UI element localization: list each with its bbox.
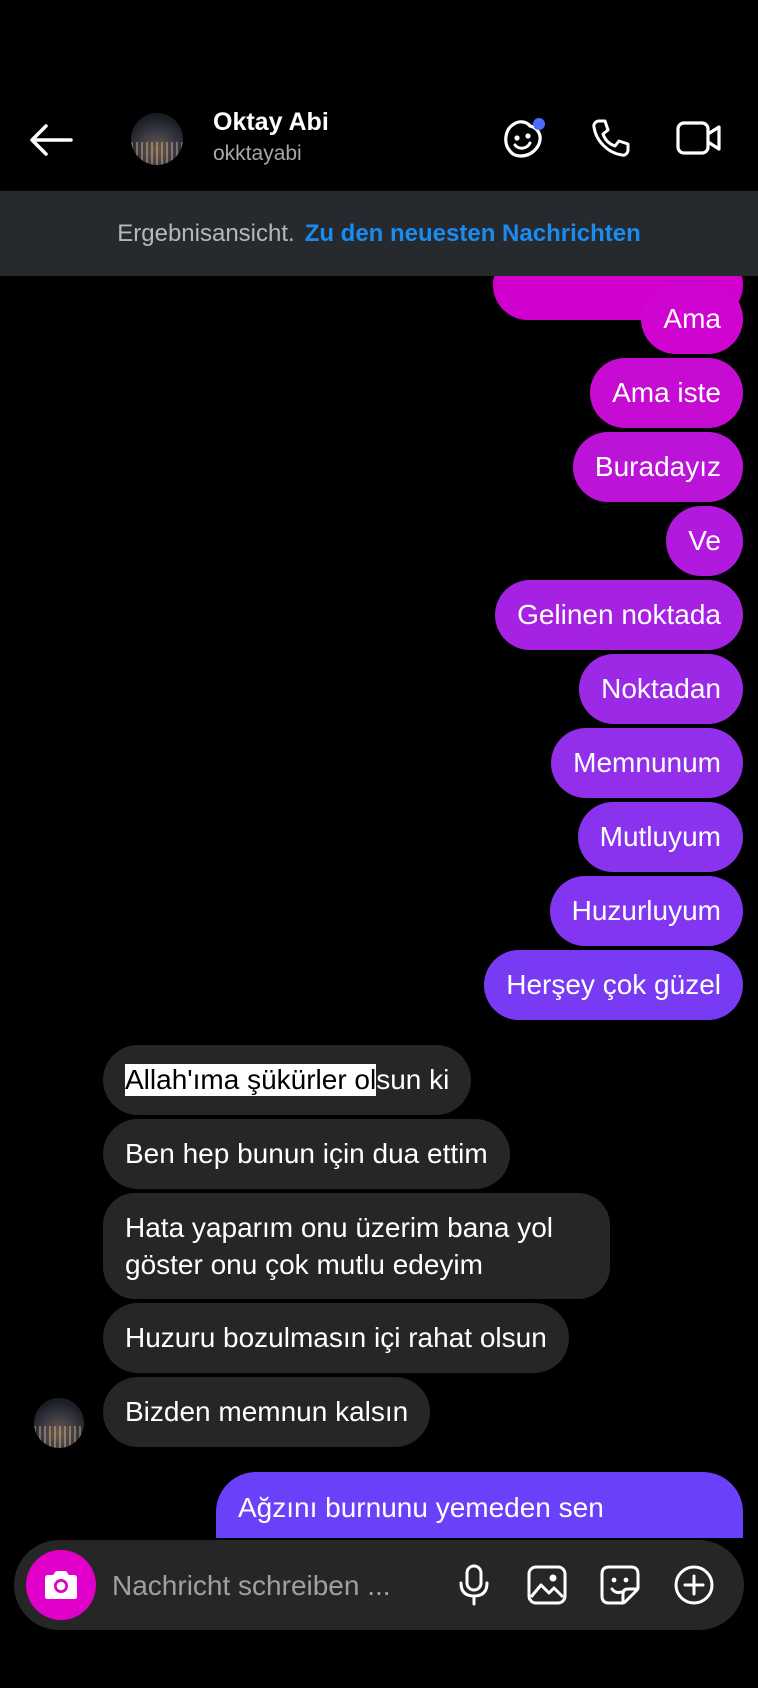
contact-name[interactable]: Oktay Abi <box>213 108 329 137</box>
gallery-button[interactable] <box>522 1560 572 1610</box>
incoming-message[interactable]: Huzuru bozulmasın içi rahat olsun <box>103 1303 569 1373</box>
incoming-message[interactable]: Hata yaparım onu üzerim bana yol göster … <box>103 1193 610 1299</box>
latest-messages-link[interactable]: Zu den neuesten Nachrichten <box>305 220 641 248</box>
outgoing-message[interactable]: Huzurluyum <box>549 876 743 946</box>
message-text: sun ki <box>376 1064 450 1095</box>
outgoing-message[interactable]: Herşey çok güzel <box>484 950 743 1020</box>
message-list[interactable]: Ama Ama iste Buradayız Ve Gelinen noktad… <box>0 276 758 1538</box>
outgoing-message[interactable]: Memnunum <box>551 728 743 798</box>
results-view-label: Ergebnisansicht. <box>117 219 295 247</box>
video-call-button[interactable] <box>673 112 725 164</box>
outgoing-message[interactable]: Noktadan <box>579 654 743 724</box>
outgoing-message[interactable]: Mutluyum <box>577 802 743 872</box>
image-icon <box>527 1565 567 1605</box>
outgoing-message[interactable]: Ama <box>641 284 743 354</box>
outgoing-message[interactable]: Ve <box>666 506 743 576</box>
outgoing-message[interactable]: Buradayız <box>572 432 743 502</box>
contact-handle[interactable]: okktayabi <box>213 142 302 166</box>
results-banner: Ergebnisansicht. Zu den neuesten Nachric… <box>0 191 758 276</box>
call-button[interactable] <box>585 112 637 164</box>
camera-button[interactable] <box>26 1550 96 1620</box>
sticker-button[interactable] <box>595 1560 645 1610</box>
outgoing-message[interactable]: Gelinen noktada <box>495 580 743 650</box>
plus-circle-icon <box>674 1565 714 1605</box>
sender-avatar[interactable] <box>34 1398 84 1448</box>
incoming-message[interactable]: Ben hep bunun için dua ettim <box>103 1119 510 1189</box>
back-button[interactable] <box>26 118 76 162</box>
incoming-message[interactable]: Bizden memnun kalsın <box>103 1377 431 1447</box>
selected-text: Allah'ıma şükürler ol <box>125 1064 377 1096</box>
outgoing-message[interactable]: Ağzını burnunu yemeden sen <box>216 1472 743 1538</box>
notification-dot <box>533 118 545 130</box>
phone-icon <box>592 119 630 157</box>
effects-button[interactable] <box>497 112 549 164</box>
chat-header: Oktay Abi okktayabi <box>0 0 758 191</box>
contact-avatar[interactable] <box>131 113 183 165</box>
message-composer <box>14 1540 744 1630</box>
voice-message-button[interactable] <box>449 1560 499 1610</box>
message-input[interactable] <box>110 1560 434 1612</box>
outgoing-message[interactable]: Ama iste <box>590 358 743 428</box>
camera-icon <box>45 1571 77 1599</box>
incoming-message[interactable]: Allah'ıma şükürler ol sun ki <box>103 1045 472 1115</box>
back-arrow-icon <box>30 124 73 156</box>
video-camera-icon <box>676 121 721 155</box>
sticker-icon <box>600 1565 640 1605</box>
more-options-button[interactable] <box>669 1560 719 1610</box>
microphone-icon <box>459 1564 489 1606</box>
